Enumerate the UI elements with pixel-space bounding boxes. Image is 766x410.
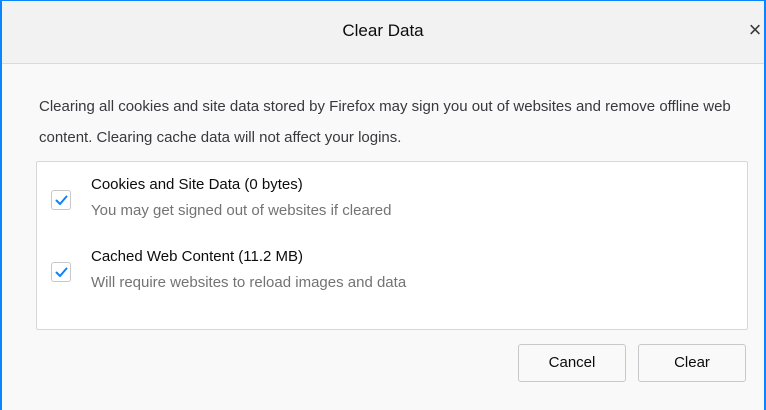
cookies-checkbox[interactable] [51, 190, 71, 210]
close-icon[interactable]: × [746, 18, 764, 42]
clear-button[interactable]: Clear [638, 344, 746, 382]
cache-description: Will require websites to reload images a… [91, 274, 407, 291]
checkmark-icon [55, 195, 68, 205]
cancel-button[interactable]: Cancel [518, 344, 626, 382]
cookies-label[interactable]: Cookies and Site Data (0 bytes) [91, 176, 303, 193]
cache-label[interactable]: Cached Web Content (11.2 MB) [91, 248, 303, 265]
dialog-title: Clear Data [342, 21, 424, 40]
cache-checkbox[interactable] [51, 262, 71, 282]
checkmark-icon [55, 267, 68, 277]
dialog-description: Clearing all cookies and site data store… [39, 98, 731, 146]
dialog-titlebar: Clear Data × [2, 1, 764, 64]
options-list: Cookies and Site Data (0 bytes) You may … [36, 161, 748, 330]
clear-data-dialog: Clear Data × Clearing all cookies and si… [0, 0, 766, 410]
cookies-description: You may get signed out of websites if cl… [91, 202, 392, 219]
